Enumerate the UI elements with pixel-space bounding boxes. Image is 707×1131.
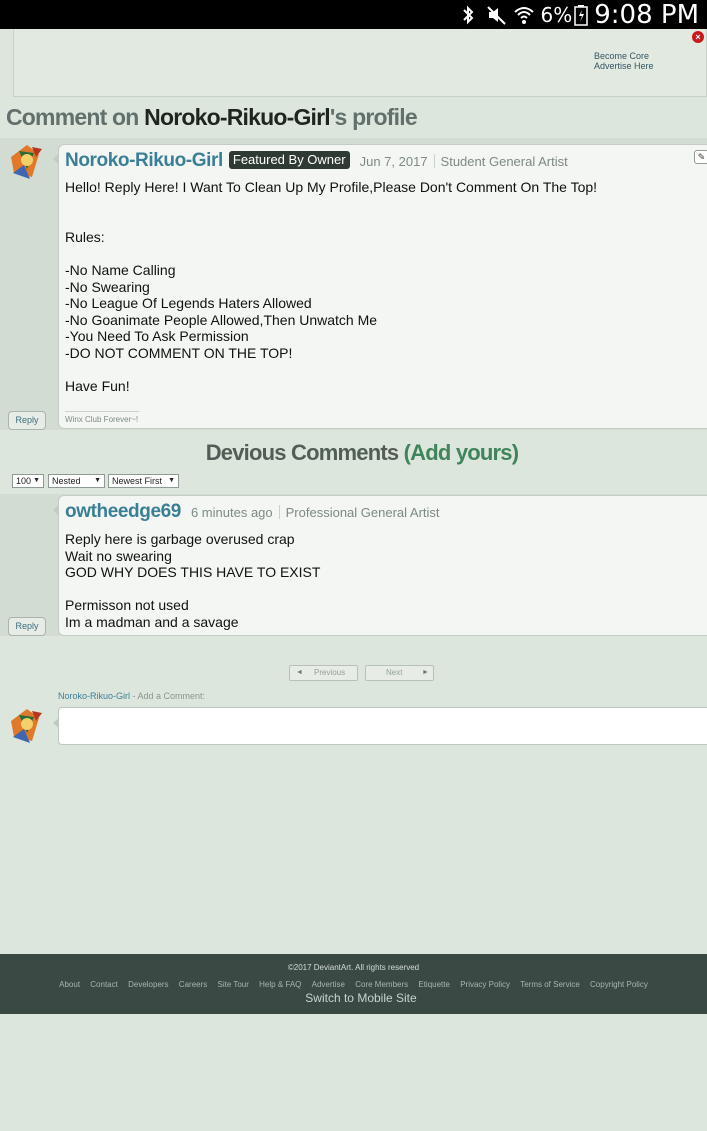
- chevron-down-icon: ▼: [33, 477, 40, 484]
- avatar[interactable]: [8, 143, 46, 181]
- footer-link[interactable]: About: [59, 980, 80, 989]
- comment-line: Rules:: [65, 228, 105, 245]
- page-title: Comment on Noroko-Rikuo-Girl's profile: [6, 104, 418, 131]
- footer-link[interactable]: Terms of Service: [520, 980, 580, 989]
- status-bar: 6% 9:08 PM: [0, 0, 707, 30]
- comment-line: -DO NOT COMMENT ON THE TOP!: [65, 344, 293, 361]
- reply-button[interactable]: Reply: [8, 617, 46, 636]
- comment-date[interactable]: Jun 7, 2017: [360, 154, 428, 169]
- header-divider: [433, 154, 435, 168]
- comment-line: GOD WHY DOES THIS HAVE TO EXIST: [65, 564, 321, 581]
- battery-percent: 6%: [540, 2, 573, 27]
- featured-comment: Noroko-Rikuo-Girl Featured By Owner Jun …: [53, 144, 707, 429]
- footer-link[interactable]: Copyright Policy: [590, 980, 648, 989]
- featured-badge: Featured By Owner: [228, 151, 350, 169]
- footer-link[interactable]: Core Members: [355, 980, 408, 989]
- footer-link[interactable]: Advertise: [312, 980, 345, 989]
- comment-line: [65, 212, 597, 229]
- previous-button[interactable]: ◄ Previous: [289, 665, 358, 681]
- comment-line: -No Goanimate People Allowed,Then Unwatc…: [65, 311, 378, 328]
- comment-line: [65, 581, 320, 598]
- chevron-left-icon: ◄: [296, 669, 303, 676]
- add-comment-text: - Add a Comment:: [130, 691, 206, 701]
- next-label: Next: [386, 668, 403, 677]
- per-page-select[interactable]: 100 ▼: [12, 474, 44, 488]
- ad-links: Become Core Advertise Here: [594, 51, 654, 71]
- copyright-text: ©2017 DeviantArt. All rights reserved: [287, 963, 420, 972]
- comment-role: Professional General Artist: [285, 505, 440, 520]
- reply-comment: owtheedge69 6 minutes ago Professional G…: [53, 495, 707, 636]
- comment-role: Student General Artist: [440, 154, 568, 169]
- comment-pointer: [53, 153, 59, 165]
- clock: 9:08 PM: [594, 0, 699, 30]
- comment-line: Reply here is garbage overused crap: [65, 531, 295, 547]
- edit-icon[interactable]: ✎: [694, 150, 707, 164]
- comment-header: Noroko-Rikuo-Girl Featured By Owner Jun …: [65, 150, 568, 172]
- footer-links: About Contact Developers Careers Site To…: [0, 980, 707, 989]
- sort-value: Newest First: [112, 476, 163, 486]
- signature-divider: [65, 411, 139, 412]
- become-core-link[interactable]: Become Core: [594, 51, 654, 61]
- comment-line: -No Swearing: [65, 278, 150, 295]
- bluetooth-icon: [462, 5, 473, 24]
- footer-link[interactable]: Site Tour: [217, 980, 248, 989]
- comment-line: Im a madman and a savage: [65, 613, 239, 630]
- next-button[interactable]: Next ►: [365, 665, 434, 681]
- footer-link[interactable]: Etiquette: [418, 980, 450, 989]
- switch-to-mobile-link[interactable]: Switch to Mobile Site: [0, 991, 707, 1005]
- comment-line: -No Name Calling: [65, 261, 176, 278]
- comment-input[interactable]: [53, 707, 707, 745]
- battery-icon: [574, 4, 588, 26]
- footer-link[interactable]: Privacy Policy: [460, 980, 510, 989]
- status-icons: 6% 9:08 PM: [457, 0, 707, 30]
- comment-line: Wait no swearing: [65, 547, 172, 564]
- wifi-icon: [513, 6, 534, 24]
- footer: ©2017 DeviantArt. All rights reserved Ab…: [0, 954, 707, 1014]
- per-page-value: 100: [16, 476, 32, 486]
- comment-line: [65, 245, 597, 262]
- comment-line: Have Fun!: [65, 378, 130, 395]
- chevron-down-icon: ▼: [94, 477, 101, 484]
- sort-select[interactable]: Newest First ▼: [108, 474, 179, 488]
- comment-header: owtheedge69 6 minutes ago Professional G…: [65, 501, 440, 523]
- comment-username[interactable]: Noroko-Rikuo-Girl: [65, 150, 223, 172]
- footer-link[interactable]: Careers: [179, 980, 207, 989]
- page-title-prefix: Comment on: [6, 104, 145, 130]
- comment-pointer: [53, 504, 59, 516]
- page-title-suffix: 's profile: [329, 104, 418, 130]
- close-ad-icon[interactable]: ×: [692, 31, 704, 43]
- previous-label: Previous: [314, 668, 346, 677]
- reply-button[interactable]: Reply: [8, 411, 46, 430]
- add-yours-link[interactable]: Add yours: [410, 440, 512, 465]
- comment-line: [65, 362, 597, 379]
- comment-pointer: [53, 718, 59, 728]
- comment-line: Hello! Reply Here! I Want To Clean Up My…: [65, 179, 598, 195]
- header-divider: [278, 505, 280, 519]
- comment-date[interactable]: 6 minutes ago: [191, 505, 273, 520]
- comment-line: -You Need To Ask Permission: [65, 328, 249, 345]
- paren-close: ): [511, 440, 519, 465]
- footer-link[interactable]: Developers: [128, 980, 168, 989]
- comment-signature: Winx Club Forever~!: [65, 415, 139, 424]
- avatar[interactable]: [8, 707, 46, 745]
- view-mode-value: Nested: [52, 476, 81, 486]
- advertise-here-link[interactable]: Advertise Here: [594, 61, 654, 71]
- comments-title-text: Devious Comments: [205, 440, 399, 465]
- comment-line: -No League Of Legends Haters Allowed: [65, 295, 312, 312]
- footer-link[interactable]: Contact: [90, 980, 118, 989]
- chevron-right-icon: ►: [422, 669, 429, 676]
- comment-body: Reply here is garbage overused crap Wait…: [65, 531, 320, 631]
- comments-section-title: Devious Comments (Add yours): [0, 440, 707, 466]
- footer-link[interactable]: Help & FAQ: [259, 980, 301, 989]
- comment-line: Permisson not used: [65, 597, 189, 614]
- view-mode-select[interactable]: Nested ▼: [48, 474, 105, 488]
- page-title-user-link[interactable]: Noroko-Rikuo-Girl: [144, 104, 331, 130]
- comment-body: Hello! Reply Here! I Want To Clean Up My…: [65, 179, 597, 395]
- mute-icon: [486, 5, 506, 25]
- chevron-down-icon: ▼: [168, 477, 175, 484]
- add-comment-label: Noroko-Rikuo-Girl - Add a Comment:: [58, 691, 205, 701]
- add-comment-user-link[interactable]: Noroko-Rikuo-Girl: [58, 691, 130, 701]
- comment-username[interactable]: owtheedge69: [65, 501, 181, 523]
- comment-line: [65, 196, 597, 213]
